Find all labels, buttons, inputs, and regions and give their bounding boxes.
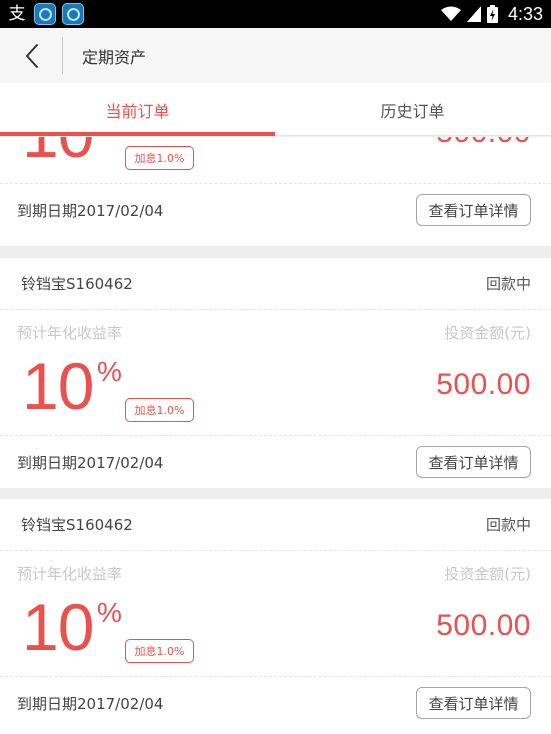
investment-amount-value: 500.00	[436, 137, 531, 150]
chevron-left-icon	[26, 44, 38, 68]
order-card-header: 铃铛宝S160462 回款中	[0, 258, 551, 310]
order-card: 铃铛宝S160462 回款中 预计年化收益率 投资金额(元) 10 % 加息1.…	[0, 499, 551, 734]
view-order-details-button[interactable]: 查看订单详情	[416, 194, 531, 226]
tab-current-orders[interactable]: 当前订单	[0, 83, 275, 136]
product-name: 铃铛宝S160462	[21, 516, 133, 534]
order-card-body: 10 % 加息1.0% 500.00	[0, 137, 551, 184]
bonus-rate-badge: 加息1.0%	[125, 639, 194, 663]
order-card-header: 铃铛宝S160462 回款中	[0, 499, 551, 551]
wifi-icon	[440, 6, 461, 21]
order-status: 回款中	[485, 516, 531, 534]
product-name: 铃铛宝S160462	[21, 275, 133, 293]
order-card: 10 % 加息1.0% 500.00 到期日期2017/02/04 查看订单详情	[0, 137, 551, 246]
investment-amount-value: 500.00	[436, 609, 531, 642]
order-status: 回款中	[485, 275, 531, 293]
expected-rate-label: 预计年化收益率	[17, 324, 123, 342]
investment-amount-label: 投资金额(元)	[444, 565, 531, 583]
rate-percent-sign: %	[97, 356, 122, 387]
active-tab-indicator	[0, 132, 275, 136]
app-notification-icon-2	[62, 3, 84, 25]
investment-amount-value: 500.00	[436, 368, 531, 401]
due-date: 到期日期2017/02/04	[17, 695, 164, 713]
bonus-rate-badge: 加息1.0%	[125, 398, 194, 422]
app-notification-icon	[34, 3, 56, 25]
due-date: 到期日期2017/02/04	[17, 454, 164, 472]
page-title: 定期资产	[82, 48, 147, 67]
due-date: 到期日期2017/02/04	[17, 202, 164, 220]
bonus-rate-badge: 加息1.0%	[125, 146, 194, 170]
clock: 4:33	[507, 3, 543, 24]
expected-rate-value: 10	[22, 137, 94, 170]
signal-icon	[466, 6, 481, 22]
expected-rate-value: 10	[22, 349, 94, 423]
view-order-details-button[interactable]: 查看订单详情	[416, 446, 531, 478]
alipay-icon: 支	[8, 4, 26, 24]
order-tabs: 当前订单 历史订单	[0, 83, 551, 136]
expected-rate-value: 10	[22, 590, 94, 664]
investment-amount-label: 投资金额(元)	[444, 324, 531, 342]
order-card-body: 预计年化收益率 投资金额(元) 10 % 加息1.0% 500.00	[0, 310, 551, 436]
order-card-body: 预计年化收益率 投资金额(元) 10 % 加息1.0% 500.00	[0, 551, 551, 677]
order-card-footer: 到期日期2017/02/04 查看订单详情	[0, 184, 551, 236]
order-card-footer: 到期日期2017/02/04 查看订单详情	[0, 677, 551, 729]
order-card: 铃铛宝S160462 回款中 预计年化收益率 投资金额(元) 10 % 加息1.…	[0, 258, 551, 488]
nav-divider	[62, 37, 63, 74]
expected-rate-label: 预计年化收益率	[17, 565, 123, 583]
status-bar: 支 4:33	[0, 0, 551, 28]
battery-icon	[486, 5, 498, 23]
notification-icons: 支	[6, 3, 84, 25]
order-list[interactable]: 10 % 加息1.0% 500.00 到期日期2017/02/04 查看订单详情…	[0, 137, 551, 734]
navigation-bar: 定期资产	[0, 28, 551, 83]
rate-percent-sign: %	[97, 597, 122, 628]
tab-history-orders[interactable]: 历史订单	[275, 83, 550, 136]
view-order-details-button[interactable]: 查看订单详情	[416, 687, 531, 719]
order-card-footer: 到期日期2017/02/04 查看订单详情	[0, 436, 551, 488]
system-indicators: 4:33	[440, 3, 543, 25]
back-button[interactable]	[14, 38, 50, 74]
